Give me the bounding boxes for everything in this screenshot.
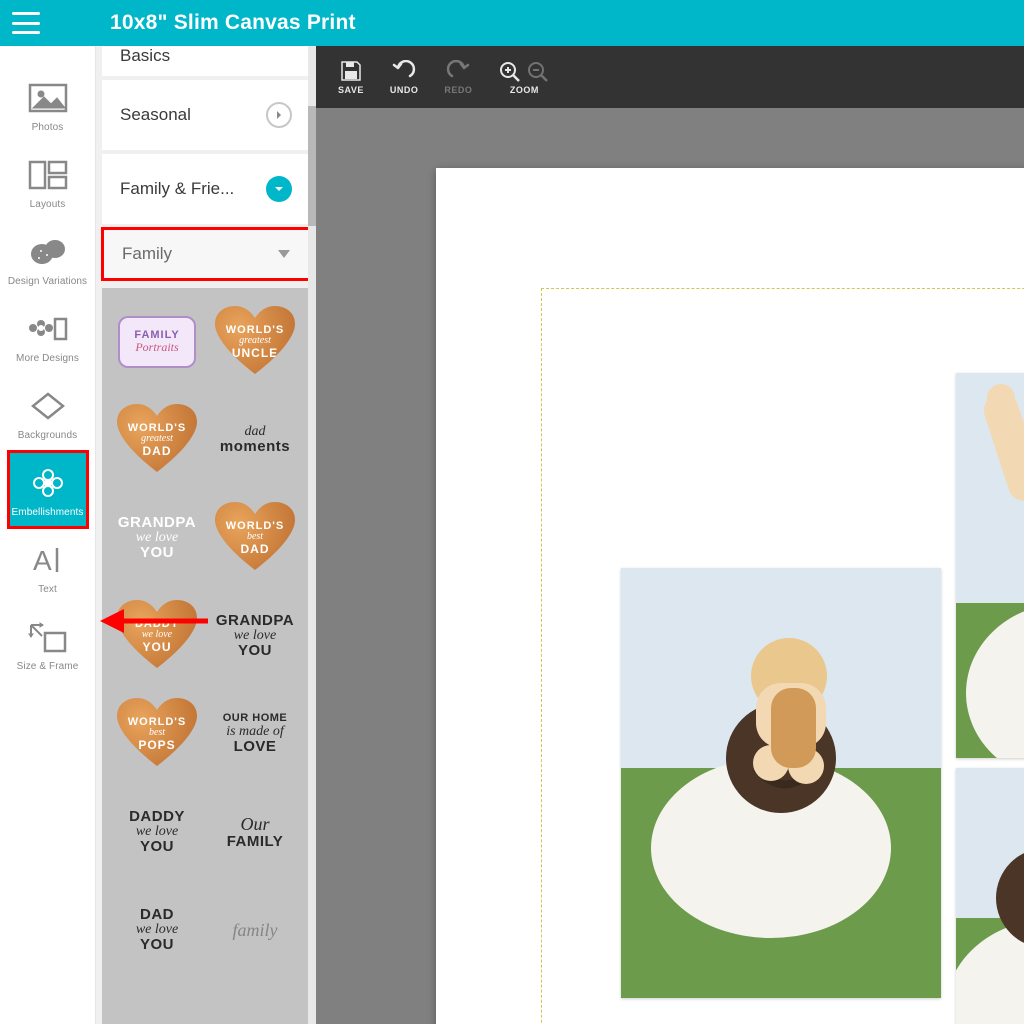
tool-label: Embellishments [12,507,84,518]
tool-label: Layouts [30,199,66,210]
redo-button[interactable]: REDO [444,60,472,95]
sticker-item[interactable]: OUR HOMEis made ofLOVE [210,694,300,774]
dropdown-icon [278,250,290,258]
tool-label: Design Variations [8,276,87,287]
sticker-item[interactable]: GRANDPAwe loveYOU [112,498,202,578]
photo-placeholder[interactable] [956,768,1024,1024]
sticker-item[interactable]: WORLD'SbestPOPS [112,694,202,774]
canvas-stage[interactable] [316,108,1024,1024]
sticker-grid: FAMILYPortraits WORLD'SgreatestUNCLE WOR… [102,288,310,1024]
tool-label: Photos [32,122,64,133]
tool-label: Backgrounds [18,430,77,441]
chevron-down-icon [266,176,292,202]
subcategory-label: Family [122,244,172,264]
category-family-friends[interactable]: Family & Frie... [102,154,310,224]
sticker-item[interactable]: dadmoments [210,400,300,480]
save-button[interactable]: SAVE [338,60,364,95]
category-label: Seasonal [120,105,191,125]
sticker-item[interactable]: WORLD'SgreatestDAD [112,400,202,480]
chevron-right-icon [266,102,292,128]
sticker-item[interactable]: DADDYwe loveYOU [112,792,202,872]
category-basics[interactable]: Basics [102,46,310,76]
tool-layouts[interactable]: Layouts [8,143,88,220]
workspace: Photos Layouts Design Variations More De… [0,46,1024,1024]
tool-photos[interactable]: Photos [8,66,88,143]
menu-icon[interactable] [12,12,40,34]
undo-button[interactable]: UNDO [390,60,419,95]
category-label: Basics [120,46,170,66]
tool-backgrounds[interactable]: Backgrounds [8,374,88,451]
subcategory-family[interactable]: Family [102,228,310,280]
tool-embellishments[interactable]: Embellishments [8,451,88,528]
category-label: Family & Frie... [120,179,234,199]
tool-label: Text [38,584,57,595]
sticker-item[interactable]: family [210,890,300,970]
tool-size-frame[interactable]: Size & Frame [8,605,88,682]
tool-variations[interactable]: Design Variations [8,220,88,297]
sticker-item[interactable]: DADwe loveYOU [112,890,202,970]
tool-text[interactable]: A Text [8,528,88,605]
svg-text:A: A [33,545,52,576]
tool-label: More Designs [16,353,79,364]
tool-rail: Photos Layouts Design Variations More De… [0,46,96,1024]
scrollbar[interactable] [308,46,316,1024]
zoom-button[interactable]: ZOOM [498,60,550,95]
sticker-item[interactable]: WORLD'SbestDAD [210,498,300,578]
sticker-item[interactable]: FAMILYPortraits [112,302,202,382]
sticker-item[interactable]: OurFAMILY [210,792,300,872]
header-bar: 10x8" Slim Canvas Print [0,0,1024,46]
sticker-item[interactable]: GRANDPAwe loveYOU [210,596,300,676]
tool-label: Size & Frame [17,661,79,672]
category-seasonal[interactable]: Seasonal [102,80,310,150]
sticker-item[interactable]: WORLD'SgreatestUNCLE [210,302,300,382]
photo-placeholder[interactable] [956,373,1024,758]
category-panel: Basics Seasonal Family & Frie... Family … [96,46,316,1024]
canvas-area: SAVE UNDO REDO ZOOM [316,46,1024,1024]
photo-placeholder[interactable] [621,568,941,998]
tool-more-designs[interactable]: More Designs [8,297,88,374]
annotation-arrow [100,606,210,641]
action-bar: SAVE UNDO REDO ZOOM [316,46,1024,108]
page-title: 10x8" Slim Canvas Print [110,11,356,35]
